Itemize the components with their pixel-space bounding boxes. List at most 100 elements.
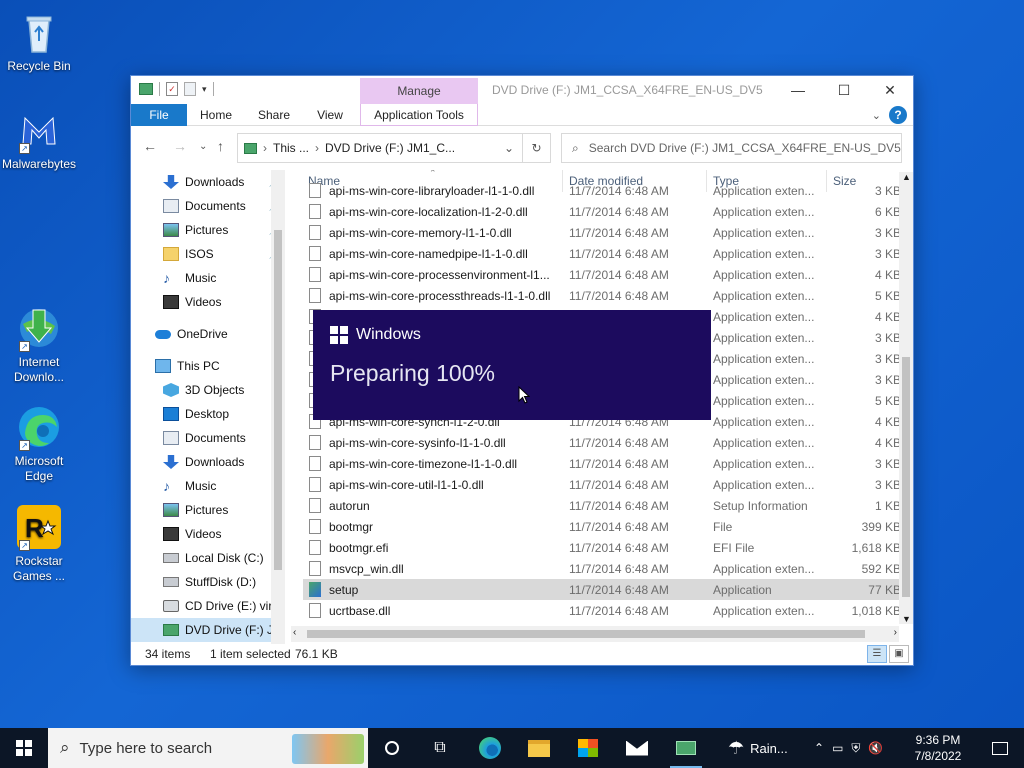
start-button[interactable]: [0, 728, 48, 768]
details-view-icon[interactable]: ☰: [867, 645, 887, 663]
desktop-icon-rockstar-games[interactable]: R ↗ Rockstar Games ...: [1, 503, 77, 584]
file-row[interactable]: api-ms-win-core-util-l1-1-0.dll 11/7/2014…: [303, 474, 901, 495]
volume-muted-icon[interactable]: 🔇: [868, 741, 883, 755]
desktop-icon-recycle-bin[interactable]: Recycle Bin: [1, 8, 77, 74]
nav-item-dvd-drive-f[interactable]: DVD Drive (F:) JM: [131, 618, 285, 642]
file-row[interactable]: api-ms-win-core-namedpipe-l1-1-0.dll 11/7…: [303, 243, 901, 264]
file-list-vertical-scrollbar[interactable]: ▲ ▼: [899, 172, 913, 624]
nav-item-local-disk-c[interactable]: Local Disk (C:): [131, 546, 285, 570]
nav-pane-scrollbar[interactable]: [271, 170, 285, 644]
nav-item-cd-drive-e[interactable]: CD Drive (E:) virt: [131, 594, 285, 618]
nav-item-isos[interactable]: ISOS📌: [131, 242, 285, 266]
scrollbar-thumb[interactable]: [902, 357, 910, 597]
new-folder-icon[interactable]: [184, 82, 196, 96]
nav-item-stuffdisk-d[interactable]: StuffDisk (D:): [131, 570, 285, 594]
tab-share[interactable]: Share: [249, 104, 299, 126]
nav-item-pictures-pc[interactable]: Pictures: [131, 498, 285, 522]
nav-item-downloads-pc[interactable]: Downloads: [131, 450, 285, 474]
notifications-button[interactable]: [976, 728, 1024, 768]
weather-widget[interactable]: ☂ Rain...: [728, 728, 788, 768]
task-view-button[interactable]: ⧉: [416, 728, 464, 768]
videos-icon: [163, 527, 179, 541]
desktop-icon-internet-download[interactable]: ↗ Internet Downlo...: [1, 304, 77, 385]
nav-item-pictures[interactable]: Pictures📌: [131, 218, 285, 242]
breadcrumb-this-pc[interactable]: This ...: [273, 141, 309, 155]
file-row[interactable]: api-ms-win-core-localization-l1-2-0.dll 1…: [303, 201, 901, 222]
nav-item-music-pc[interactable]: ♪ Music: [131, 474, 285, 498]
taskbar-dvd-explorer-button[interactable]: [662, 728, 710, 768]
nav-item-desktop[interactable]: Desktop: [131, 402, 285, 426]
nav-item-onedrive[interactable]: OneDrive: [131, 322, 285, 346]
task-view-cortana-button[interactable]: [368, 728, 416, 768]
file-row[interactable]: api-ms-win-core-sysinfo-l1-1-0.dll 11/7/2…: [303, 432, 901, 453]
forward-arrow-icon[interactable]: →: [173, 138, 187, 154]
nav-item-videos-pc[interactable]: Videos: [131, 522, 285, 546]
scroll-right-arrow-icon[interactable]: ›: [894, 627, 897, 638]
nav-item-downloads[interactable]: Downloads📌: [131, 170, 285, 194]
meet-now-camera-icon[interactable]: ▭: [832, 741, 843, 755]
taskbar-search-box[interactable]: ⌕ Type here to search: [48, 728, 368, 768]
search-input[interactable]: ⌕ Search DVD Drive (F:) JM1_CCSA_X64FRE_…: [561, 133, 902, 163]
help-icon[interactable]: ?: [889, 106, 907, 124]
tab-file[interactable]: File: [131, 104, 187, 126]
taskbar-edge-button[interactable]: [466, 728, 514, 768]
file-row[interactable]: setup 11/7/2014 6:48 AM Application 77 KB: [303, 579, 901, 600]
file-row[interactable]: api-ms-win-core-timezone-l1-1-0.dll 11/7/…: [303, 453, 901, 474]
file-row[interactable]: api-ms-win-core-processenvironment-l1...…: [303, 264, 901, 285]
file-row[interactable]: autorun 11/7/2014 6:48 AM Setup Informatio…: [303, 495, 901, 516]
scroll-down-arrow-icon[interactable]: ▼: [902, 614, 911, 624]
tab-application-tools[interactable]: Application Tools: [360, 104, 478, 126]
file-row[interactable]: bootmgr.efi 11/7/2014 6:48 AM EFI File 1,61…: [303, 537, 901, 558]
file-row[interactable]: api-ms-win-core-libraryloader-l1-1-0.dll…: [303, 180, 901, 201]
show-hidden-icons-chevron-icon[interactable]: ⌃: [814, 741, 824, 755]
nav-item-documents-pc[interactable]: Documents: [131, 426, 285, 450]
nav-item-documents[interactable]: Documents📌: [131, 194, 285, 218]
minimize-button[interactable]: —: [775, 76, 821, 104]
desktop-icon-malwarebytes[interactable]: ↗ Malwarebytes: [1, 106, 77, 172]
file-row[interactable]: msvcp_win.dll 11/7/2014 6:48 AM Applicatio…: [303, 558, 901, 579]
refresh-button[interactable]: ↻: [523, 133, 551, 163]
back-arrow-icon[interactable]: ←: [143, 138, 157, 154]
file-size: 3 KB: [874, 247, 901, 261]
file-row[interactable]: api-ms-win-core-processthreads-l1-1-0.dl…: [303, 285, 901, 306]
breadcrumb-dvd-drive[interactable]: DVD Drive (F:) JM1_C...: [325, 141, 455, 155]
expand-ribbon-icon[interactable]: ⌄: [872, 109, 881, 122]
taskbar-clock[interactable]: 9:36 PM 7/8/2022: [900, 732, 976, 764]
tab-view[interactable]: View: [305, 104, 355, 126]
downloads-icon: [163, 455, 179, 469]
scrollbar-thumb[interactable]: [274, 230, 282, 570]
scrollbar-thumb[interactable]: [307, 630, 865, 638]
nav-item-3d-objects[interactable]: 3D Objects: [131, 378, 285, 402]
nav-item-label: Videos: [185, 527, 222, 541]
properties-icon[interactable]: ✓: [166, 82, 178, 96]
scroll-left-arrow-icon[interactable]: ‹: [293, 627, 296, 638]
taskbar-store-button[interactable]: [564, 728, 612, 768]
maximize-button[interactable]: ☐: [821, 76, 867, 104]
taskbar-file-explorer-button[interactable]: [515, 728, 563, 768]
scroll-up-arrow-icon[interactable]: ▲: [902, 172, 911, 182]
file-type: Application exten...: [713, 436, 815, 450]
address-bar[interactable]: › This ... › DVD Drive (F:) JM1_C... ⌄: [237, 133, 523, 163]
file-row[interactable]: ucrtbase.dll 11/7/2014 6:48 AM Application…: [303, 600, 901, 621]
taskbar-mail-button[interactable]: [613, 728, 661, 768]
nav-item-videos[interactable]: Videos: [131, 290, 285, 314]
security-shield-icon[interactable]: ⛨: [851, 741, 860, 756]
file-row[interactable]: bootmgr 11/7/2014 6:48 AM File 399 KB: [303, 516, 901, 537]
file-name: ucrtbase.dll: [329, 604, 391, 618]
title-bar[interactable]: ✓ ▾ Manage DVD Drive (F:) JM1_CCSA_X64FR…: [131, 76, 913, 104]
tab-home[interactable]: Home: [191, 104, 241, 126]
navigation-pane[interactable]: Downloads📌 Documents📌 Pictures📌 ISOS📌 ♪ M…: [131, 170, 285, 644]
desktop-icon-label: Internet Downlo...: [13, 355, 65, 384]
desktop-icon-microsoft-edge[interactable]: ↗ Microsoft Edge: [1, 403, 77, 484]
large-icons-view-icon[interactable]: ▣: [889, 645, 909, 663]
nav-item-music[interactable]: ♪ Music: [131, 266, 285, 290]
address-dropdown-icon[interactable]: ⌄: [504, 141, 514, 155]
recent-locations-chevron-icon[interactable]: ⌄: [199, 141, 207, 152]
customize-toolbar-icon[interactable]: ▾: [202, 84, 207, 95]
nav-item-this-pc[interactable]: This PC: [131, 354, 285, 378]
file-list-horizontal-scrollbar[interactable]: ‹ ›: [291, 626, 899, 642]
close-button[interactable]: ✕: [867, 76, 913, 104]
tab-manage[interactable]: Manage: [360, 78, 478, 104]
file-row[interactable]: api-ms-win-core-memory-l1-1-0.dll 11/7/20…: [303, 222, 901, 243]
up-arrow-icon[interactable]: ↑: [217, 138, 224, 154]
